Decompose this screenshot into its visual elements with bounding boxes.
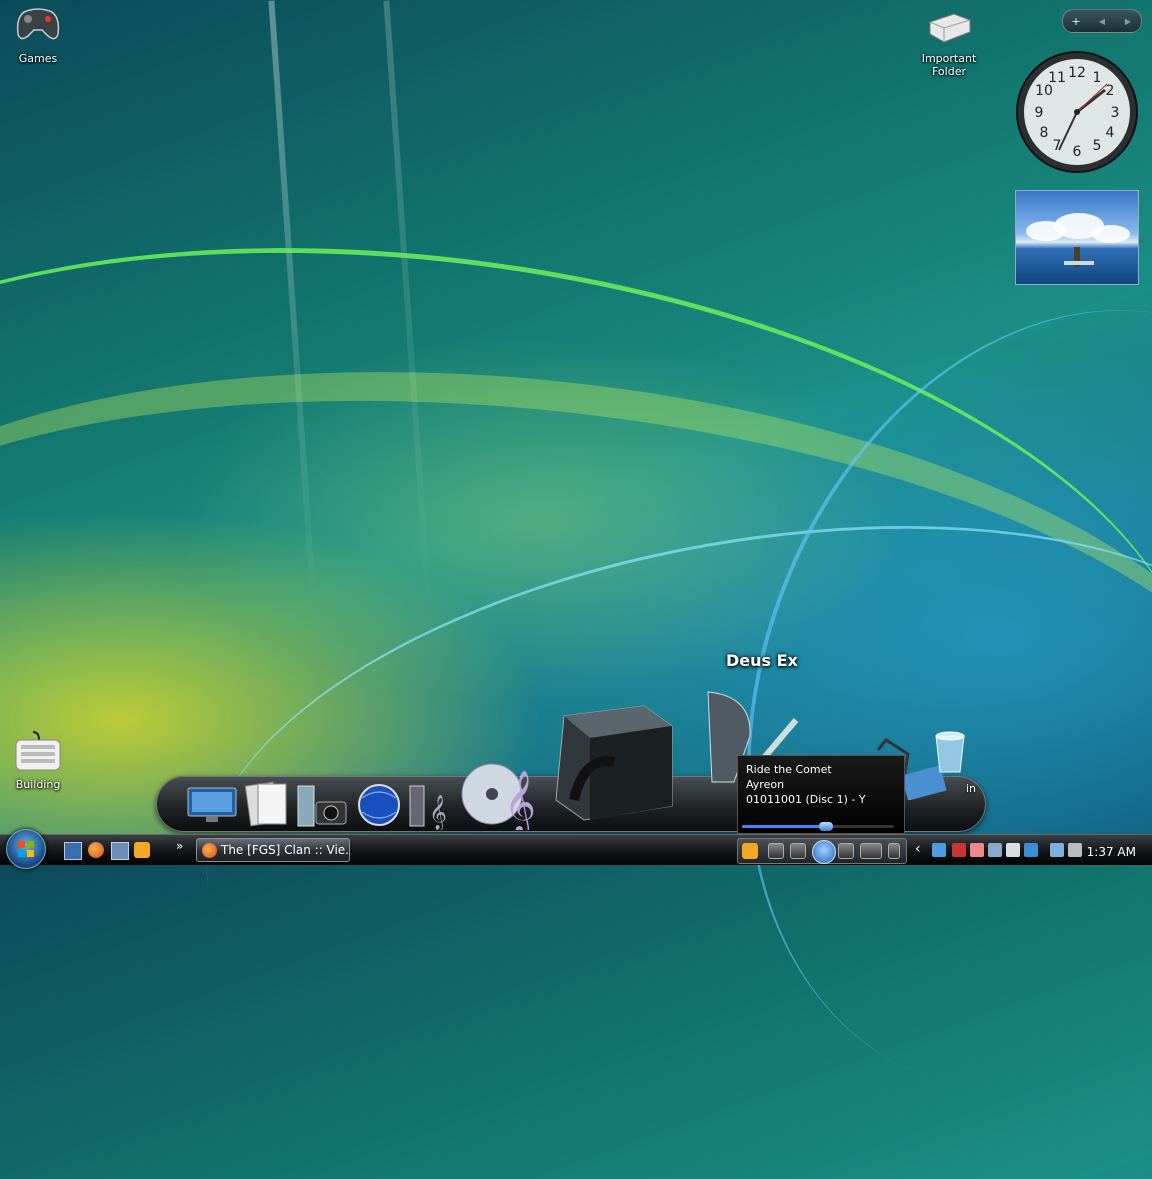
start-button[interactable] bbox=[6, 829, 46, 869]
dock-item-music-library[interactable]: 𝄞 bbox=[408, 782, 456, 830]
prev-gadget-button[interactable]: ◀ bbox=[1089, 17, 1115, 26]
clock-number: 6 bbox=[1073, 144, 1082, 160]
camera-icon bbox=[297, 785, 347, 827]
dock-hover-label: Deus Ex bbox=[726, 651, 798, 670]
dock-item-display[interactable] bbox=[186, 786, 238, 824]
seek-bar[interactable] bbox=[742, 822, 894, 831]
now-playing-title: Ride the Comet bbox=[746, 763, 832, 776]
app-tray-icon[interactable] bbox=[988, 843, 1002, 857]
dock-item-label-partial: in bbox=[965, 781, 977, 795]
windows-logo-icon bbox=[18, 841, 34, 857]
security-tray-icon[interactable] bbox=[952, 843, 966, 857]
svg-text:𝄞: 𝄞 bbox=[429, 795, 447, 830]
show-desktop-icon[interactable] bbox=[64, 842, 82, 860]
recycle-bin-icon bbox=[935, 731, 965, 773]
next-gadget-button[interactable]: ▶ bbox=[1115, 17, 1141, 26]
documents-icon bbox=[244, 781, 287, 827]
next-track-button[interactable] bbox=[838, 843, 854, 859]
firefox-icon[interactable] bbox=[88, 842, 104, 858]
desktop-icon-games[interactable]: Games bbox=[0, 4, 78, 65]
app-tray-icon[interactable] bbox=[970, 843, 984, 857]
firefox-icon bbox=[202, 843, 217, 858]
desktop-icon-label: Building bbox=[15, 778, 61, 791]
desktop-icon-building[interactable]: Building bbox=[0, 730, 78, 791]
desktop-icon-label: Games bbox=[18, 52, 58, 65]
seek-bar-handle[interactable] bbox=[818, 822, 833, 831]
network-connection-tray-icon[interactable] bbox=[1050, 843, 1064, 857]
clock-number: 1 bbox=[1093, 70, 1102, 86]
tray-expand-chevron[interactable]: ‹ bbox=[915, 841, 921, 857]
desktop-icon-important-folder[interactable]: Important Folder bbox=[909, 10, 989, 78]
restore-player-button[interactable] bbox=[888, 843, 900, 859]
taskbar-clock[interactable]: 1:37 AM bbox=[1087, 845, 1136, 859]
dock-item-browser[interactable] bbox=[352, 780, 406, 830]
switch-windows-icon[interactable] bbox=[111, 842, 129, 860]
pause-button[interactable] bbox=[812, 840, 836, 864]
clock-number: 12 bbox=[1068, 65, 1086, 81]
volume-button[interactable] bbox=[860, 843, 882, 859]
drive-icon bbox=[929, 13, 971, 43]
dock-item-deus-ex[interactable] bbox=[544, 696, 684, 830]
taskbar: » The [FGS] Clan :: Vie... ‹ 1:37 AM bbox=[0, 829, 1152, 869]
clock-number: 3 bbox=[1111, 105, 1120, 121]
keyboard-icon bbox=[15, 731, 61, 771]
svg-text:𝄞: 𝄞 bbox=[504, 770, 536, 830]
dock-item-documents[interactable] bbox=[244, 778, 292, 830]
seek-bar-fill bbox=[742, 825, 826, 828]
dock-item-media-player[interactable]: 𝄞 bbox=[458, 754, 548, 830]
desktop-icon-recycle-bin[interactable] bbox=[910, 728, 990, 778]
taskbar-window-title: The [FGS] Clan :: Vie... bbox=[221, 843, 350, 857]
wallpaper-streak bbox=[383, 0, 433, 620]
clock-number: 8 bbox=[1040, 125, 1049, 141]
game-box-icon bbox=[555, 705, 673, 821]
media-player-toolbar-icon[interactable] bbox=[742, 843, 758, 859]
music-library-icon: 𝄞 bbox=[409, 785, 447, 830]
taskbar-window-button[interactable]: The [FGS] Clan :: Vie... bbox=[196, 838, 350, 862]
slideshow-gadget[interactable] bbox=[1015, 190, 1139, 285]
media-player-toolbar bbox=[737, 838, 907, 864]
system-tray: ‹ 1:37 AM bbox=[910, 838, 1152, 862]
wallpaper-wave bbox=[0, 159, 1152, 1066]
monitor-icon bbox=[187, 787, 237, 822]
clock-number: 4 bbox=[1106, 125, 1115, 141]
clock-number: 9 bbox=[1035, 105, 1044, 121]
media-player-quicklaunch-icon[interactable] bbox=[134, 842, 150, 858]
sidebar-control-bar: + ◀ ▶ bbox=[1062, 9, 1142, 33]
add-gadget-button[interactable]: + bbox=[1063, 15, 1089, 28]
bluetooth-tray-icon[interactable] bbox=[1024, 843, 1038, 857]
desktop-icon-label: Important Folder bbox=[921, 52, 977, 78]
wallpaper-wave bbox=[0, 303, 1152, 1087]
gamepad-icon bbox=[16, 8, 60, 40]
previous-track-button[interactable] bbox=[790, 843, 806, 859]
now-playing-popup: Ride the Comet Ayreon 01011001 (Disc 1) … bbox=[737, 755, 905, 834]
clock-number: 2 bbox=[1106, 83, 1115, 99]
now-playing-artist: Ayreon bbox=[746, 778, 785, 791]
clock-number: 11 bbox=[1048, 70, 1066, 86]
globe-icon bbox=[358, 784, 400, 826]
network-tray-icon[interactable] bbox=[932, 843, 946, 857]
wallpaper-streak bbox=[268, 0, 318, 620]
dock-item-camera[interactable] bbox=[296, 782, 350, 830]
now-playing-album: 01011001 (Disc 1) - Y bbox=[746, 793, 866, 806]
clock-number: 5 bbox=[1093, 138, 1102, 154]
media-player-icon: 𝄞 bbox=[461, 763, 536, 830]
clock-gadget[interactable]: 12 1 2 3 4 5 6 7 8 9 10 11 bbox=[1015, 50, 1139, 174]
stop-button[interactable] bbox=[768, 843, 784, 859]
app-tray-icon[interactable] bbox=[1006, 843, 1020, 857]
quicklaunch-overflow-chevron[interactable]: » bbox=[176, 839, 183, 853]
volume-tray-icon[interactable] bbox=[1068, 843, 1082, 857]
